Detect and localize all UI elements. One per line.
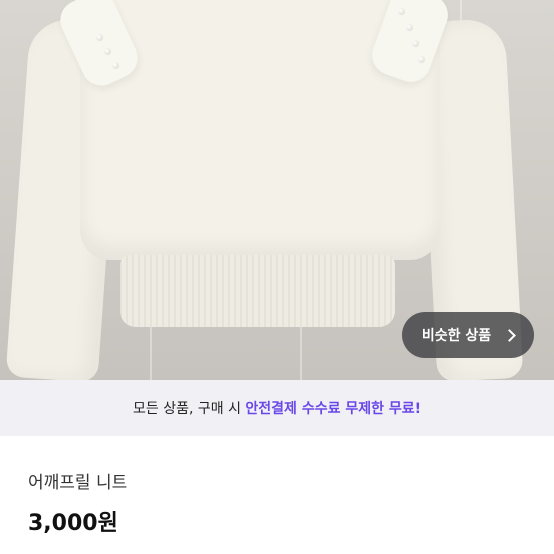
pearl-decoration	[112, 62, 119, 69]
chevron-right-icon	[503, 328, 517, 342]
sweater-hem	[120, 255, 395, 327]
pearl-decoration	[104, 48, 111, 55]
pearl-decoration	[406, 24, 413, 31]
similar-products-button[interactable]: 비슷한 상품	[402, 312, 534, 358]
pearl-decoration	[418, 56, 425, 63]
promo-text: 모든 상품, 구매 시	[133, 401, 246, 417]
product-price: 3,000원	[28, 511, 118, 536]
promo-accent-text: 안전결제 수수료 무제한 무료!	[245, 401, 421, 417]
product-title: 어깨프릴 니트	[28, 473, 128, 493]
pearl-decoration	[96, 34, 103, 41]
similar-products-label: 비슷한 상품	[421, 328, 492, 344]
pearl-decoration	[412, 40, 419, 47]
promo-banner[interactable]: 모든 상품, 구매 시 안전결제 수수료 무제한 무료!	[0, 380, 554, 436]
pearl-decoration	[398, 8, 405, 15]
